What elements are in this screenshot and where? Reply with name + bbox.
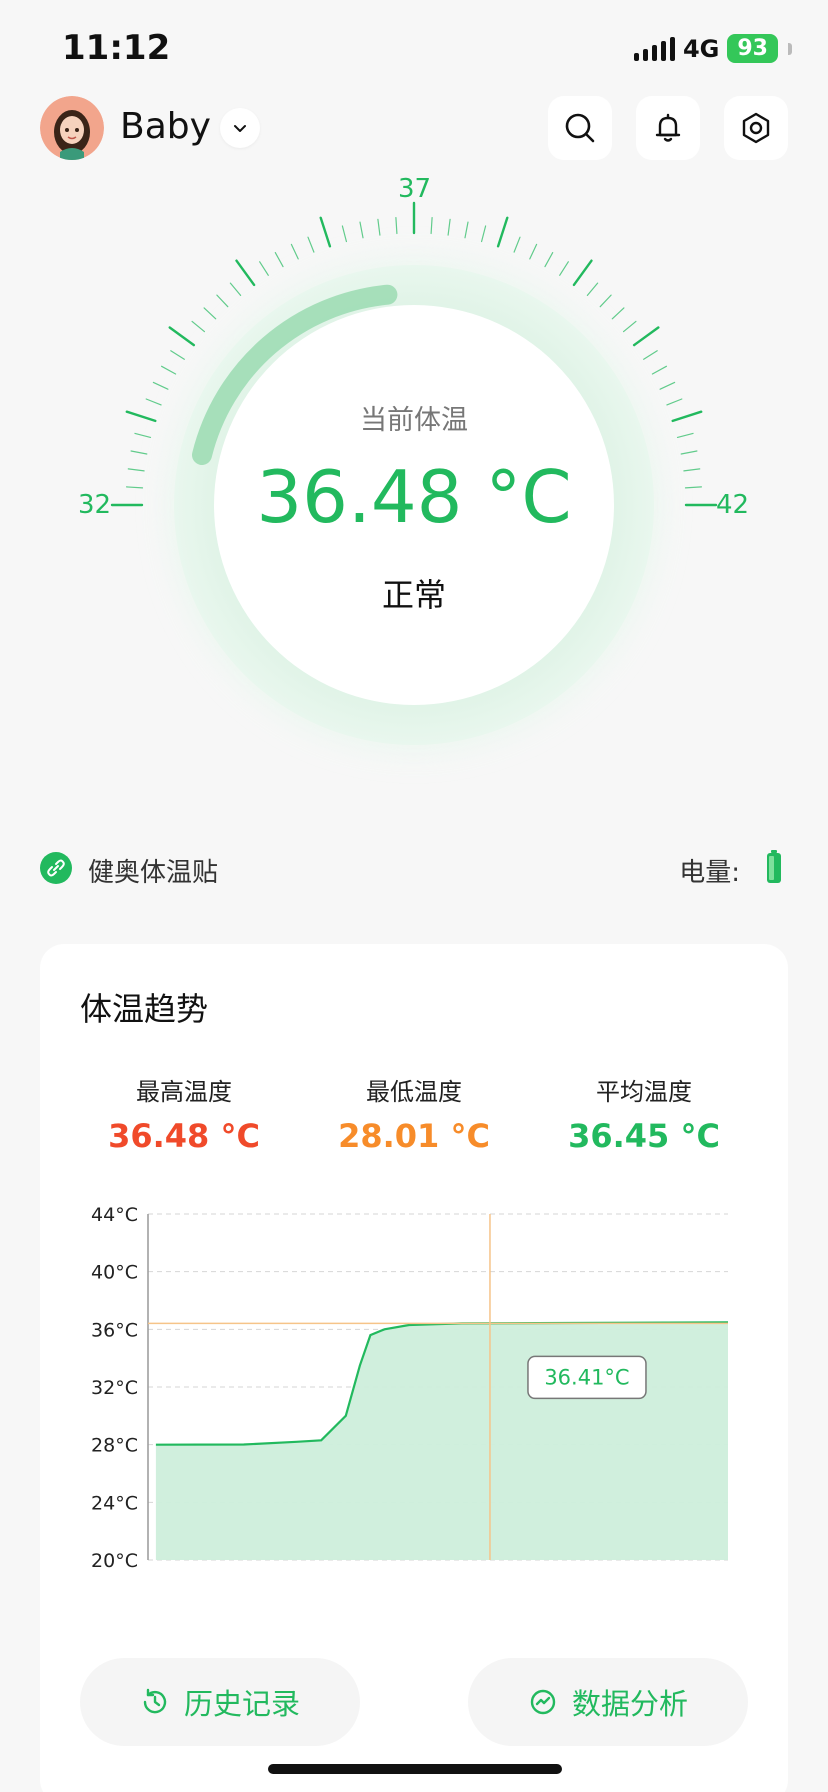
status-indicators: 4G 93 (633, 34, 792, 63)
y-tick-label: 36°C (91, 1319, 138, 1341)
gauge-minor-tick (622, 320, 637, 333)
battery-cap-icon (788, 42, 792, 55)
gauge-major-tick (496, 216, 509, 248)
gauge-minor-tick (307, 236, 315, 253)
x-tick-label: 11:12:00 (665, 1573, 750, 1574)
gauge-major-tick (632, 326, 660, 347)
gauge-minor-tick (529, 243, 538, 260)
trend-title: 体温趋势 (80, 990, 209, 1028)
stat-avg-label: 平均温度 (596, 1078, 692, 1106)
battery-label: 电量: (679, 858, 740, 888)
battery-level: 93 (727, 34, 778, 63)
stat-avg: 平均温度 36.45 °C (544, 1072, 744, 1155)
gauge-minor-tick (161, 365, 177, 375)
y-tick-label: 28°C (91, 1435, 138, 1457)
gauge-minor-tick (152, 381, 169, 390)
gauge-minor-tick (611, 307, 625, 320)
gauge-minor-tick (513, 236, 521, 253)
scale-mid-label: 37 (398, 174, 432, 204)
gauge-minor-tick (447, 218, 451, 236)
y-tick-label: 40°C (91, 1262, 138, 1284)
search-icon (565, 113, 595, 143)
gauge-major-tick (572, 259, 593, 287)
link-icon (40, 852, 72, 884)
gauge-minor-tick (203, 307, 217, 320)
analysis-icon (530, 1689, 556, 1715)
gauge-major-tick (168, 326, 196, 347)
gauge-minor-tick (377, 218, 381, 236)
gauge-minor-tick (680, 450, 698, 455)
gauge-minor-tick (191, 320, 205, 333)
stat-avg-value: 36.45 °C (568, 1117, 720, 1155)
chevron-down-icon (234, 125, 246, 132)
bell-icon (655, 113, 681, 142)
network-type: 4G (682, 34, 720, 63)
gear-icon (742, 112, 770, 144)
status-bar: 11:12 4G 93 (0, 0, 828, 90)
header: Baby (40, 96, 788, 160)
gauge-major-tick (235, 259, 256, 287)
signal-icon (633, 36, 675, 61)
settings-button[interactable] (724, 96, 788, 160)
x-tick-label: 11:10:40 (383, 1573, 468, 1574)
stat-max: 最高温度 36.48 °C (84, 1072, 284, 1155)
trend-card: 体温趋势 最高温度 36.48 °C 最低温度 28.01 °C 平均温度 36… (40, 944, 788, 1792)
gauge-minor-tick (643, 350, 658, 360)
gauge-minor-tick (481, 225, 487, 243)
user-name: Baby (120, 106, 211, 147)
stat-max-value: 36.48 °C (108, 1117, 260, 1155)
gauge-minor-tick (274, 251, 284, 268)
home-indicator (268, 1764, 562, 1774)
gauge-minor-tick (395, 216, 398, 235)
history-button[interactable]: 历史记录 (80, 1658, 360, 1746)
x-tick-label: 11:11:20 (525, 1573, 610, 1574)
stat-min-label: 最低温度 (366, 1078, 462, 1106)
gauge-minor-tick (586, 282, 599, 296)
device-row: 健奥体温贴 电量: (40, 848, 788, 888)
gauge-minor-tick (599, 294, 612, 308)
y-tick-label: 32°C (91, 1377, 138, 1399)
gauge-minor-tick (464, 221, 469, 239)
gauge-minor-tick (341, 225, 347, 243)
gauge-minor-tick (544, 251, 554, 268)
device-name[interactable]: 健奥体温贴 (88, 852, 218, 889)
gauge-minor-tick (559, 261, 569, 276)
y-tick-label: 44°C (91, 1204, 138, 1226)
x-tick-label: 11:10:00 (243, 1573, 328, 1574)
gauge-minor-tick (430, 216, 433, 235)
gauge-minor-tick (659, 381, 676, 390)
temp-status: 正常 (381, 576, 446, 614)
y-tick-label: 24°C (91, 1492, 138, 1514)
y-tick-label: 20°C (91, 1550, 138, 1572)
gauge-minor-tick (130, 450, 148, 455)
stat-min: 最低温度 28.01 °C (314, 1072, 514, 1155)
analysis-label: 数据分析 (571, 1687, 688, 1721)
gauge-major-tick (319, 216, 332, 248)
history-label: 历史记录 (183, 1687, 300, 1721)
avatar[interactable] (40, 96, 104, 160)
gauge-minor-tick (170, 350, 185, 360)
current-temp-value: 36.48 °C (256, 455, 572, 539)
user-switch-button[interactable] (220, 108, 260, 148)
stat-min-value: 28.01 °C (338, 1117, 490, 1155)
gauge-minor-tick (259, 261, 269, 276)
search-button[interactable] (548, 96, 612, 160)
device-battery-icon (767, 850, 781, 883)
gauge-minor-tick (290, 243, 299, 260)
temperature-gauge: 37 32 42 当前体温 36.48 °C 正常 (0, 160, 828, 800)
analysis-button[interactable]: 数据分析 (468, 1658, 748, 1746)
history-icon (143, 1688, 167, 1714)
notifications-button[interactable] (636, 96, 700, 160)
gauge-minor-tick (359, 221, 364, 239)
current-temp-label: 当前体温 (360, 405, 468, 436)
stat-max-label: 最高温度 (136, 1078, 232, 1106)
gauge-minor-tick (651, 365, 668, 375)
cursor-tooltip: 36.41°C (527, 1355, 647, 1400)
gauge-minor-tick (229, 282, 242, 296)
temperature-trend-chart[interactable]: 44°C 40°C 36°C 32°C 28°C 24°C 20°C 11:10:00 11:1… (40, 1194, 788, 1574)
gauge-minor-tick (216, 294, 229, 308)
status-time: 11:12 (62, 28, 171, 68)
cursor-tooltip-label: 36.41°C (544, 1365, 629, 1389)
